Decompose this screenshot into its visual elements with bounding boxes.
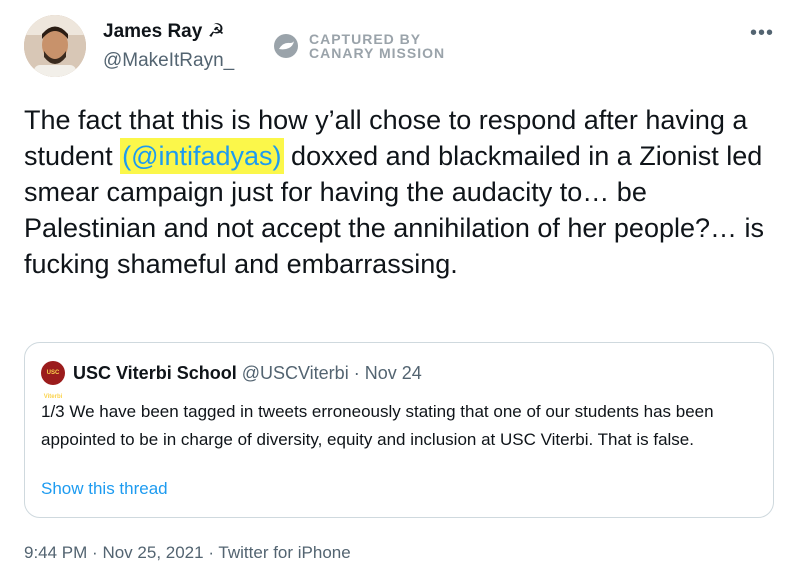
quoted-date[interactable]: Nov 24	[365, 363, 422, 383]
tweet-text: The fact that this is how y’all chose to…	[24, 105, 765, 279]
mention-link[interactable]: (@intifadyas)	[120, 138, 284, 174]
tweet-date[interactable]: Nov 25, 2021	[102, 543, 203, 562]
avatar-photo	[24, 15, 86, 77]
quoted-avatar: USC Viterbi	[41, 361, 65, 400]
author-avatar[interactable]	[24, 15, 86, 77]
watermark-line2: CANARY MISSION	[309, 45, 446, 61]
hammer-sickle-emoji: ☭	[207, 21, 225, 42]
show-thread-link[interactable]: Show this thread	[41, 479, 168, 499]
tweet-source[interactable]: Twitter for iPhone	[218, 543, 350, 562]
quoted-header: USC Viterbi School @USCViterbi · Nov 24	[73, 363, 422, 384]
quoted-tweet[interactable]: USC Viterbi USC Viterbi School @USCViter…	[24, 342, 774, 518]
canary-bird-icon	[274, 34, 298, 58]
more-options-icon[interactable]: •••	[750, 22, 774, 45]
separator-dot: ·	[208, 543, 214, 562]
tweet-time[interactable]: 9:44 PM	[24, 543, 87, 562]
quoted-handle[interactable]: @USCViterbi	[242, 363, 349, 383]
quoted-text: 1/3 We have been tagged in tweets errone…	[41, 402, 714, 449]
watermark-line1: CAPTURED BY	[309, 31, 422, 47]
quoted-display-name[interactable]: USC Viterbi School	[73, 363, 237, 383]
author-handle[interactable]: @MakeItRayn_	[103, 50, 234, 72]
author-display-name[interactable]: James Ray ☭	[103, 20, 225, 43]
tweet-metadata: 9:44 PM · Nov 25, 2021 · Twitter for iPh…	[24, 543, 351, 563]
separator-dot: ·	[92, 543, 98, 562]
canary-mission-watermark: CAPTURED BY CANARY MISSION	[273, 32, 445, 60]
separator-dot: ·	[353, 363, 360, 383]
